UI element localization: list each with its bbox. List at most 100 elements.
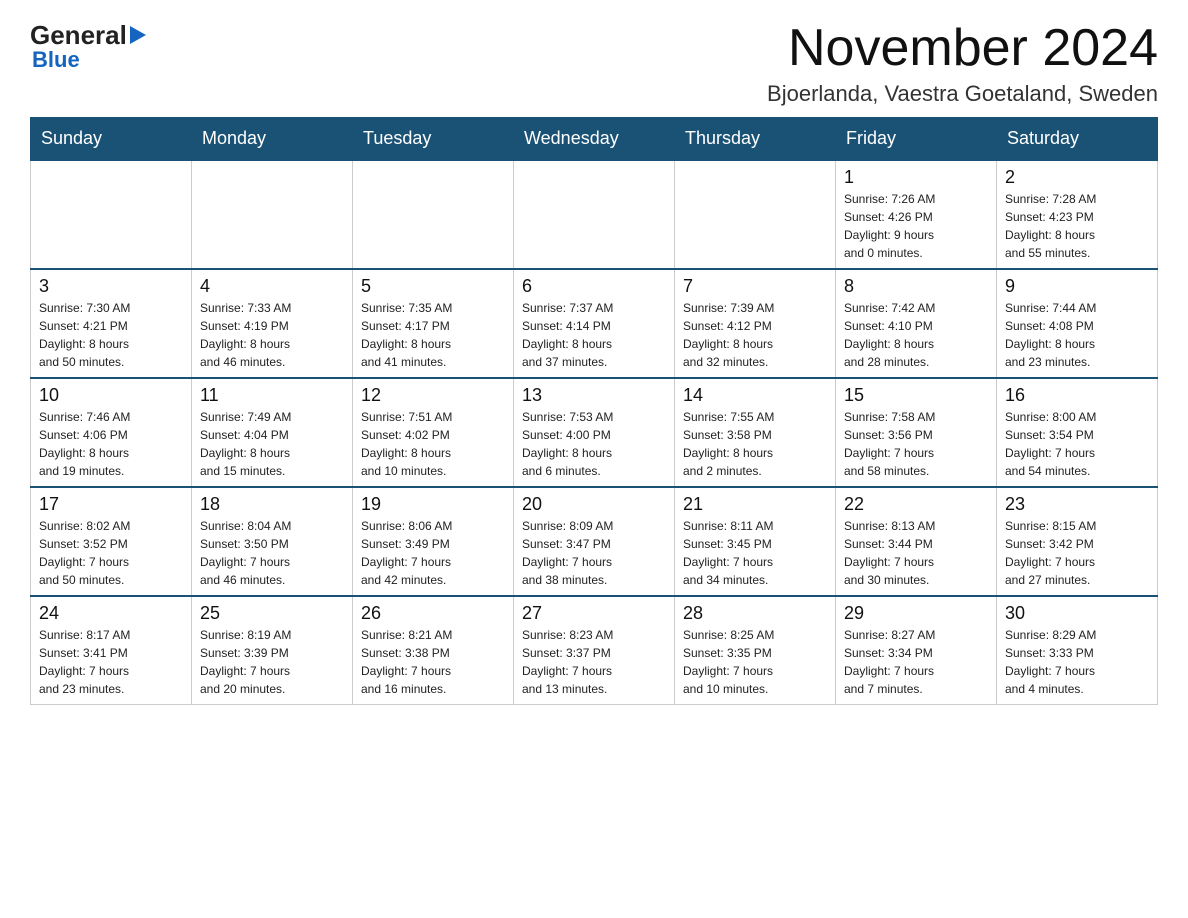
calendar-cell: 24Sunrise: 8:17 AM Sunset: 3:41 PM Dayli… — [31, 596, 192, 705]
day-number: 23 — [1005, 494, 1149, 515]
day-info: Sunrise: 7:42 AM Sunset: 4:10 PM Dayligh… — [844, 299, 988, 371]
day-info: Sunrise: 8:25 AM Sunset: 3:35 PM Dayligh… — [683, 626, 827, 698]
calendar-cell: 16Sunrise: 8:00 AM Sunset: 3:54 PM Dayli… — [997, 378, 1158, 487]
day-number: 13 — [522, 385, 666, 406]
day-number: 15 — [844, 385, 988, 406]
day-number: 14 — [683, 385, 827, 406]
calendar-cell: 22Sunrise: 8:13 AM Sunset: 3:44 PM Dayli… — [836, 487, 997, 596]
calendar-cell: 9Sunrise: 7:44 AM Sunset: 4:08 PM Daylig… — [997, 269, 1158, 378]
day-info: Sunrise: 7:37 AM Sunset: 4:14 PM Dayligh… — [522, 299, 666, 371]
calendar-cell: 6Sunrise: 7:37 AM Sunset: 4:14 PM Daylig… — [514, 269, 675, 378]
day-info: Sunrise: 8:23 AM Sunset: 3:37 PM Dayligh… — [522, 626, 666, 698]
day-number: 25 — [200, 603, 344, 624]
calendar-cell: 25Sunrise: 8:19 AM Sunset: 3:39 PM Dayli… — [192, 596, 353, 705]
day-number: 11 — [200, 385, 344, 406]
day-info: Sunrise: 7:35 AM Sunset: 4:17 PM Dayligh… — [361, 299, 505, 371]
calendar-cell: 27Sunrise: 8:23 AM Sunset: 3:37 PM Dayli… — [514, 596, 675, 705]
weekday-header-saturday: Saturday — [997, 118, 1158, 161]
day-number: 26 — [361, 603, 505, 624]
calendar-title: November 2024 — [767, 20, 1158, 77]
calendar-cell — [353, 160, 514, 269]
calendar-cell: 10Sunrise: 7:46 AM Sunset: 4:06 PM Dayli… — [31, 378, 192, 487]
calendar-cell: 20Sunrise: 8:09 AM Sunset: 3:47 PM Dayli… — [514, 487, 675, 596]
weekday-header-monday: Monday — [192, 118, 353, 161]
calendar-cell — [514, 160, 675, 269]
weekday-header-wednesday: Wednesday — [514, 118, 675, 161]
day-number: 28 — [683, 603, 827, 624]
day-number: 24 — [39, 603, 183, 624]
day-info: Sunrise: 7:58 AM Sunset: 3:56 PM Dayligh… — [844, 408, 988, 480]
calendar-cell — [192, 160, 353, 269]
calendar-cell: 11Sunrise: 7:49 AM Sunset: 4:04 PM Dayli… — [192, 378, 353, 487]
day-info: Sunrise: 7:49 AM Sunset: 4:04 PM Dayligh… — [200, 408, 344, 480]
day-number: 17 — [39, 494, 183, 515]
day-info: Sunrise: 8:09 AM Sunset: 3:47 PM Dayligh… — [522, 517, 666, 589]
day-info: Sunrise: 7:30 AM Sunset: 4:21 PM Dayligh… — [39, 299, 183, 371]
week-row-4: 17Sunrise: 8:02 AM Sunset: 3:52 PM Dayli… — [31, 487, 1158, 596]
calendar-cell: 28Sunrise: 8:25 AM Sunset: 3:35 PM Dayli… — [675, 596, 836, 705]
title-area: November 2024 Bjoerlanda, Vaestra Goetal… — [767, 20, 1158, 107]
day-number: 18 — [200, 494, 344, 515]
calendar-table: SundayMondayTuesdayWednesdayThursdayFrid… — [30, 117, 1158, 705]
calendar-cell: 1Sunrise: 7:26 AM Sunset: 4:26 PM Daylig… — [836, 160, 997, 269]
day-number: 4 — [200, 276, 344, 297]
calendar-cell — [31, 160, 192, 269]
day-info: Sunrise: 7:33 AM Sunset: 4:19 PM Dayligh… — [200, 299, 344, 371]
day-number: 1 — [844, 167, 988, 188]
day-info: Sunrise: 8:06 AM Sunset: 3:49 PM Dayligh… — [361, 517, 505, 589]
calendar-cell: 26Sunrise: 8:21 AM Sunset: 3:38 PM Dayli… — [353, 596, 514, 705]
day-number: 22 — [844, 494, 988, 515]
calendar-cell: 4Sunrise: 7:33 AM Sunset: 4:19 PM Daylig… — [192, 269, 353, 378]
day-info: Sunrise: 8:17 AM Sunset: 3:41 PM Dayligh… — [39, 626, 183, 698]
weekday-header-thursday: Thursday — [675, 118, 836, 161]
day-number: 27 — [522, 603, 666, 624]
calendar-cell: 29Sunrise: 8:27 AM Sunset: 3:34 PM Dayli… — [836, 596, 997, 705]
day-info: Sunrise: 7:51 AM Sunset: 4:02 PM Dayligh… — [361, 408, 505, 480]
calendar-cell: 12Sunrise: 7:51 AM Sunset: 4:02 PM Dayli… — [353, 378, 514, 487]
day-number: 21 — [683, 494, 827, 515]
day-info: Sunrise: 8:19 AM Sunset: 3:39 PM Dayligh… — [200, 626, 344, 698]
logo-blue-text: Blue — [32, 47, 80, 73]
calendar-cell: 19Sunrise: 8:06 AM Sunset: 3:49 PM Dayli… — [353, 487, 514, 596]
calendar-cell: 2Sunrise: 7:28 AM Sunset: 4:23 PM Daylig… — [997, 160, 1158, 269]
day-info: Sunrise: 8:13 AM Sunset: 3:44 PM Dayligh… — [844, 517, 988, 589]
day-info: Sunrise: 7:26 AM Sunset: 4:26 PM Dayligh… — [844, 190, 988, 262]
day-number: 10 — [39, 385, 183, 406]
day-info: Sunrise: 8:11 AM Sunset: 3:45 PM Dayligh… — [683, 517, 827, 589]
day-number: 30 — [1005, 603, 1149, 624]
day-info: Sunrise: 8:04 AM Sunset: 3:50 PM Dayligh… — [200, 517, 344, 589]
header: General Blue November 2024 Bjoerlanda, V… — [30, 20, 1158, 107]
day-info: Sunrise: 8:15 AM Sunset: 3:42 PM Dayligh… — [1005, 517, 1149, 589]
weekday-header-friday: Friday — [836, 118, 997, 161]
calendar-cell: 21Sunrise: 8:11 AM Sunset: 3:45 PM Dayli… — [675, 487, 836, 596]
day-info: Sunrise: 8:29 AM Sunset: 3:33 PM Dayligh… — [1005, 626, 1149, 698]
day-number: 29 — [844, 603, 988, 624]
day-info: Sunrise: 8:02 AM Sunset: 3:52 PM Dayligh… — [39, 517, 183, 589]
day-number: 9 — [1005, 276, 1149, 297]
logo-arrow-icon — [130, 20, 150, 51]
calendar-cell: 30Sunrise: 8:29 AM Sunset: 3:33 PM Dayli… — [997, 596, 1158, 705]
week-row-3: 10Sunrise: 7:46 AM Sunset: 4:06 PM Dayli… — [31, 378, 1158, 487]
day-info: Sunrise: 7:44 AM Sunset: 4:08 PM Dayligh… — [1005, 299, 1149, 371]
calendar-cell: 14Sunrise: 7:55 AM Sunset: 3:58 PM Dayli… — [675, 378, 836, 487]
day-number: 5 — [361, 276, 505, 297]
calendar-cell: 23Sunrise: 8:15 AM Sunset: 3:42 PM Dayli… — [997, 487, 1158, 596]
day-info: Sunrise: 7:53 AM Sunset: 4:00 PM Dayligh… — [522, 408, 666, 480]
calendar-subtitle: Bjoerlanda, Vaestra Goetaland, Sweden — [767, 81, 1158, 107]
calendar-cell: 17Sunrise: 8:02 AM Sunset: 3:52 PM Dayli… — [31, 487, 192, 596]
calendar-cell — [675, 160, 836, 269]
day-info: Sunrise: 8:00 AM Sunset: 3:54 PM Dayligh… — [1005, 408, 1149, 480]
day-info: Sunrise: 7:46 AM Sunset: 4:06 PM Dayligh… — [39, 408, 183, 480]
calendar-cell: 13Sunrise: 7:53 AM Sunset: 4:00 PM Dayli… — [514, 378, 675, 487]
day-info: Sunrise: 7:39 AM Sunset: 4:12 PM Dayligh… — [683, 299, 827, 371]
day-number: 3 — [39, 276, 183, 297]
week-row-2: 3Sunrise: 7:30 AM Sunset: 4:21 PM Daylig… — [31, 269, 1158, 378]
day-info: Sunrise: 8:27 AM Sunset: 3:34 PM Dayligh… — [844, 626, 988, 698]
day-info: Sunrise: 7:28 AM Sunset: 4:23 PM Dayligh… — [1005, 190, 1149, 262]
weekday-header-tuesday: Tuesday — [353, 118, 514, 161]
calendar-cell: 18Sunrise: 8:04 AM Sunset: 3:50 PM Dayli… — [192, 487, 353, 596]
day-number: 7 — [683, 276, 827, 297]
day-number: 16 — [1005, 385, 1149, 406]
calendar-cell: 15Sunrise: 7:58 AM Sunset: 3:56 PM Dayli… — [836, 378, 997, 487]
logo: General Blue — [30, 20, 151, 73]
